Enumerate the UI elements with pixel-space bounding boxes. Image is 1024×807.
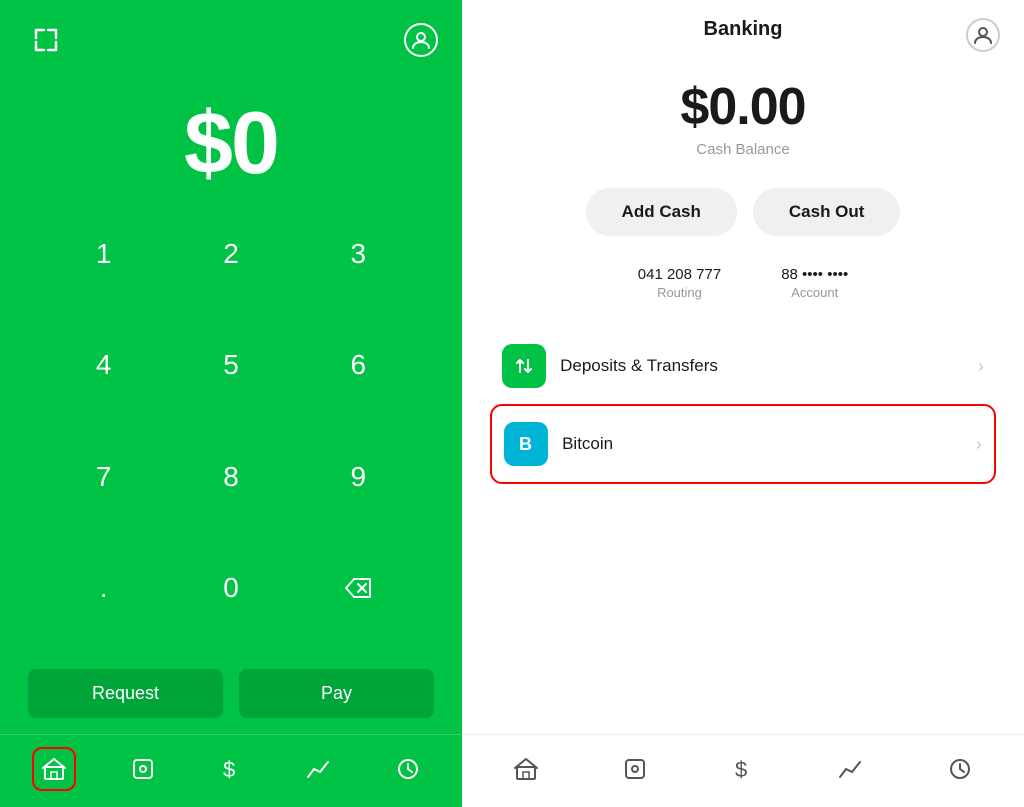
cash-buttons: Add Cash Cash Out (586, 188, 901, 236)
right-bottom-nav: $ (462, 734, 1024, 807)
left-bottom-nav: $ (0, 734, 462, 807)
bitcoin-item[interactable]: B Bitcoin › (490, 404, 996, 484)
right-panel: Banking $0.00 Cash Balance Add Cash Cash… (462, 0, 1024, 807)
right-profile-icon[interactable] (966, 18, 1000, 52)
pay-button[interactable]: Pay (239, 669, 434, 718)
left-header (0, 0, 462, 62)
bitcoin-label: Bitcoin (562, 434, 976, 454)
deposits-transfers-label: Deposits & Transfers (560, 356, 978, 376)
account-value: 88 •••• •••• (781, 266, 848, 283)
right-nav-clock[interactable] (938, 747, 982, 791)
balance-section: $0.00 Cash Balance (680, 77, 805, 158)
menu-list: Deposits & Transfers › B Bitcoin › (490, 328, 996, 484)
left-nav-home[interactable] (32, 747, 76, 791)
numpad-6[interactable]: 6 (295, 325, 422, 405)
amount-display: $0 (184, 92, 278, 194)
scan-button[interactable] (24, 18, 68, 62)
right-nav-home[interactable] (504, 747, 548, 791)
numpad-dot[interactable]: . (40, 548, 167, 628)
add-cash-button[interactable]: Add Cash (586, 188, 737, 236)
right-nav-investing[interactable] (829, 747, 873, 791)
numpad-5[interactable]: 5 (167, 325, 294, 405)
deposits-chevron-icon: › (978, 356, 984, 377)
left-nav-cash[interactable]: $ (209, 747, 253, 791)
transfers-icon-box (502, 344, 546, 388)
left-nav-activity[interactable] (121, 747, 165, 791)
numpad-9[interactable]: 9 (295, 437, 422, 517)
routing-label: Routing (638, 285, 721, 300)
cash-out-button[interactable]: Cash Out (753, 188, 901, 236)
svg-text:B: B (519, 434, 532, 454)
numpad-0[interactable]: 0 (167, 548, 294, 628)
numpad-3[interactable]: 3 (295, 214, 422, 294)
numpad: 1 2 3 4 5 6 7 8 9 . 0 (0, 194, 462, 659)
balance-label: Cash Balance (680, 141, 805, 158)
numpad-1[interactable]: 1 (40, 214, 167, 294)
numpad-backspace[interactable] (295, 548, 422, 628)
bitcoin-chevron-icon: › (976, 434, 982, 455)
numpad-2[interactable]: 2 (167, 214, 294, 294)
banking-title: Banking (704, 18, 783, 41)
numpad-4[interactable]: 4 (40, 325, 167, 405)
account-label: Account (781, 285, 848, 300)
numpad-7[interactable]: 7 (40, 437, 167, 517)
routing-info: 041 208 777 Routing (638, 266, 721, 300)
svg-text:$: $ (223, 757, 235, 781)
routing-value: 041 208 777 (638, 266, 721, 283)
bottom-actions: Request Pay (0, 659, 462, 734)
svg-text:$: $ (735, 757, 747, 781)
balance-amount: $0.00 (680, 77, 805, 137)
right-nav-cash[interactable]: $ (721, 747, 765, 791)
account-info-item: 88 •••• •••• Account (781, 266, 848, 300)
bitcoin-icon-box: B (504, 422, 548, 466)
account-info: 041 208 777 Routing 88 •••• •••• Account (638, 266, 848, 300)
deposits-transfers-item[interactable]: Deposits & Transfers › (490, 328, 996, 404)
numpad-8[interactable]: 8 (167, 437, 294, 517)
left-panel: $0 1 2 3 4 5 6 7 8 9 . 0 Request Pay (0, 0, 462, 807)
left-nav-investing[interactable] (297, 747, 341, 791)
right-header: Banking (462, 0, 1024, 41)
right-nav-activity[interactable] (613, 747, 657, 791)
left-profile-icon[interactable] (404, 23, 438, 57)
request-button[interactable]: Request (28, 669, 223, 718)
left-nav-clock[interactable] (386, 747, 430, 791)
